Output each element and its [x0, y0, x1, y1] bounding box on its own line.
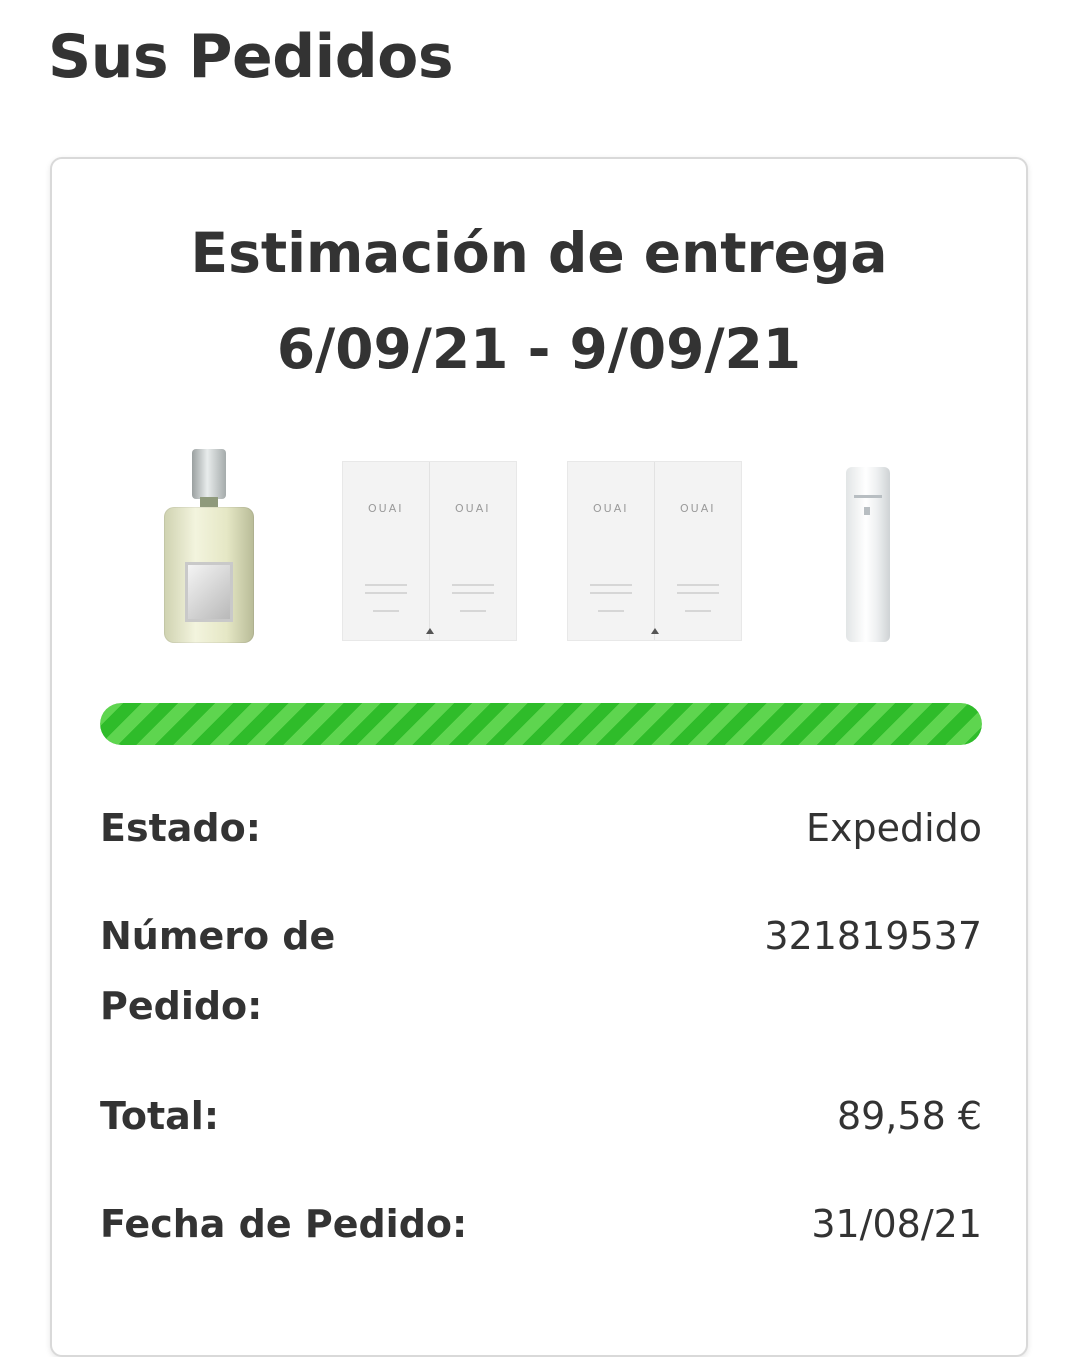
order-date-label: Fecha de Pedido: — [100, 1202, 468, 1246]
shipping-progress-fill — [100, 703, 982, 745]
perfume-bottle-image[interactable] — [162, 449, 257, 644]
status-label: Estado: — [100, 806, 261, 850]
order-card[interactable]: Estimación de entrega 6/09/21 - 9/09/21 … — [50, 157, 1028, 1357]
sachet-pair-image[interactable]: OUAI OUAI — [567, 461, 742, 641]
total-value: 89,58 € — [836, 1094, 982, 1138]
total-label: Total: — [100, 1094, 220, 1138]
sachet-pair-image[interactable]: OUAI OUAI — [342, 461, 517, 641]
order-date-value: 31/08/21 — [811, 1202, 982, 1246]
sachet-brand-label: OUAI — [368, 502, 404, 515]
sachet-brand-label: OUAI — [680, 502, 716, 515]
product-thumbnails: OUAI OUAI OUAI OUAI — [52, 449, 1026, 649]
sachet-brand-label: OUAI — [593, 502, 629, 515]
spray-bottle-image[interactable] — [842, 467, 894, 642]
order-number-label: Número de Pedido: — [100, 914, 336, 1028]
sachet-brand-label: OUAI — [455, 502, 491, 515]
order-number-value: 321819537 — [764, 914, 982, 958]
status-value: Expedido — [805, 806, 982, 850]
delivery-estimate-title: Estimación de entrega — [190, 221, 888, 285]
shipping-progress-bar — [100, 703, 982, 745]
page-title: Sus Pedidos — [48, 22, 454, 92]
delivery-date-range: 6/09/21 - 9/09/21 — [276, 317, 802, 381]
